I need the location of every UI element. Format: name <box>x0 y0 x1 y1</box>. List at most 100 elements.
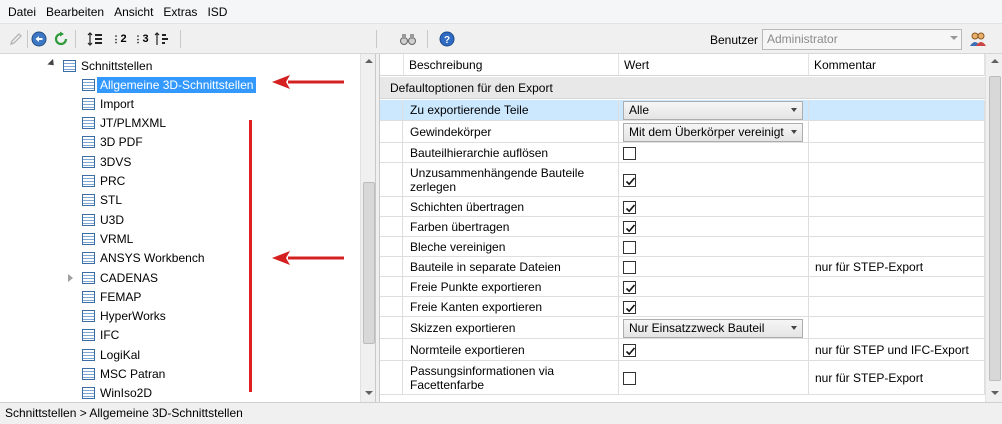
tree-item[interactable]: FEMAP <box>82 287 141 306</box>
table-icon <box>82 368 95 380</box>
binoculars-icon[interactable] <box>398 29 418 49</box>
row-gutter <box>380 163 403 196</box>
tree-item[interactable]: JT/PLMXML <box>82 114 166 133</box>
grid-row[interactable]: Normteile exportieren nur für STEP und IF… <box>380 339 985 361</box>
tree-item[interactable]: CADENAS <box>82 268 158 287</box>
grid-row[interactable]: Bauteilhierarchie auflösen <box>380 143 985 163</box>
tree-item[interactable]: PRC <box>82 172 125 191</box>
back-icon[interactable] <box>29 29 49 49</box>
row-comment <box>809 317 985 338</box>
tree-item[interactable]: LogiKal <box>82 345 140 364</box>
tree-item[interactable]: 3D PDF <box>82 133 143 152</box>
row-comment <box>809 100 985 120</box>
grid-row[interactable]: Freie Punkte exportieren <box>380 277 985 297</box>
filter-icon[interactable] <box>152 29 172 49</box>
row-gutter <box>380 121 403 142</box>
row-value <box>619 217 809 236</box>
tree-item[interactable]: IFC <box>82 326 119 345</box>
expand-arrow-icon[interactable] <box>68 274 73 282</box>
users-icon[interactable] <box>968 29 988 49</box>
grid-row[interactable]: Bauteile in separate Dateien nur für STEP… <box>380 257 985 277</box>
tree-scrollbar[interactable] <box>360 54 375 402</box>
value-checkbox[interactable] <box>623 281 636 294</box>
checkmark-icon <box>625 177 636 186</box>
value-dropdown[interactable]: Mit dem Überkörper vereinigt <box>623 123 803 142</box>
pencil-icon[interactable] <box>6 29 26 49</box>
row-comment <box>809 121 985 142</box>
scroll-down-icon[interactable] <box>365 391 373 395</box>
menu-item-bearbeiten[interactable]: Bearbeiten <box>41 0 109 24</box>
grid-row[interactable]: Zu exportierende Teile Alle <box>380 100 985 121</box>
row-description: Skizzen exportieren <box>404 317 619 338</box>
grid-row[interactable]: Freie Kanten exportieren <box>380 297 985 317</box>
refresh-icon[interactable] <box>51 29 71 49</box>
grid-row[interactable]: Gewindekörper Mit dem Überkörper vereinig… <box>380 121 985 143</box>
value-checkbox[interactable] <box>623 344 636 357</box>
group-header[interactable]: Defaultoptionen für den Export <box>380 77 985 99</box>
grid-row[interactable]: Bleche vereinigen <box>380 237 985 257</box>
help-icon[interactable]: ? <box>437 29 457 49</box>
grid-row[interactable]: Passungsinformationen via Facettenfarbe n… <box>380 361 985 395</box>
column-header-description[interactable]: Beschreibung <box>404 54 619 76</box>
row-gutter <box>380 339 403 360</box>
tree-item[interactable]: U3D <box>82 210 124 229</box>
tree-item[interactable]: 3DVS <box>82 152 131 171</box>
value-checkbox[interactable] <box>623 201 636 214</box>
scroll-up-icon[interactable] <box>991 59 999 63</box>
grid-row[interactable]: Unzusammenhängende Bauteile zerlegen <box>380 163 985 197</box>
column-header-comment[interactable]: Kommentar <box>809 54 985 76</box>
row-description: Schichten übertragen <box>404 197 619 216</box>
row-value <box>619 339 809 360</box>
value-checkbox[interactable] <box>623 147 636 160</box>
tree-item[interactable]: VRML <box>82 229 133 248</box>
row-gutter <box>380 217 403 236</box>
value-checkbox[interactable] <box>623 372 636 385</box>
row-gutter <box>380 277 403 296</box>
value-checkbox[interactable] <box>623 221 636 234</box>
column-header-value[interactable]: Wert <box>619 54 809 76</box>
user-select[interactable]: Administrator <box>762 29 962 50</box>
menu-item-extras[interactable]: Extras <box>158 0 202 24</box>
sort-icon[interactable] <box>86 29 106 49</box>
tree-item[interactable]: MSC Patran <box>82 365 165 384</box>
grid-scrollbar[interactable] <box>985 54 1002 402</box>
grid-row[interactable]: Farben übertragen <box>380 217 985 237</box>
row-value <box>619 361 809 394</box>
value-checkbox[interactable] <box>623 261 636 274</box>
grid-row[interactable]: Schichten übertragen <box>380 197 985 217</box>
value-dropdown[interactable]: Alle <box>623 101 803 120</box>
chevron-down-icon <box>791 326 797 330</box>
checkmark-icon <box>625 347 636 356</box>
chevron-down-icon <box>791 108 797 112</box>
value-checkbox[interactable] <box>623 241 636 254</box>
row-description: Freie Kanten exportieren <box>404 297 619 316</box>
value-checkbox[interactable] <box>623 301 636 314</box>
tree-item[interactable]: Import <box>82 94 134 113</box>
tree-item[interactable]: ANSYS Workbench <box>82 249 205 268</box>
grid-row[interactable]: Skizzen exportieren Nur Einsatzzweck Baut… <box>380 317 985 339</box>
expand-arrow-icon[interactable] <box>47 58 57 69</box>
chevron-down-icon <box>950 36 958 40</box>
row-gutter <box>380 257 403 276</box>
level-2-icon[interactable]: ⋮ 2 <box>109 29 129 49</box>
menu-item-datei[interactable]: Datei <box>3 0 41 24</box>
tree-item[interactable]: STL <box>82 191 122 210</box>
row-comment <box>809 197 985 216</box>
menu-item-ansicht[interactable]: Ansicht <box>109 0 158 24</box>
tree-root[interactable]: Schnittstellen <box>63 56 152 75</box>
scroll-down-icon[interactable] <box>991 391 999 395</box>
scroll-thumb[interactable] <box>989 76 1001 381</box>
table-icon <box>82 213 95 226</box>
level-3-icon[interactable]: ⋮ 3 <box>131 29 151 49</box>
menu-item-isd[interactable]: ISD <box>202 0 232 24</box>
value-dropdown[interactable]: Nur Einsatzzweck Bauteil <box>623 319 803 338</box>
row-description: Zu exportierende Teile <box>404 100 619 120</box>
scroll-thumb[interactable] <box>363 182 375 344</box>
tree-item[interactable]: HyperWorks <box>82 307 166 326</box>
row-description: Gewindekörper <box>404 121 619 142</box>
value-checkbox[interactable] <box>623 174 636 187</box>
row-value <box>619 197 809 216</box>
tree-item[interactable]: WinIso2D <box>82 384 152 402</box>
tree-item[interactable]: Allgemeine 3D-Schnittstellen <box>82 75 257 94</box>
scroll-up-icon[interactable] <box>365 59 373 63</box>
